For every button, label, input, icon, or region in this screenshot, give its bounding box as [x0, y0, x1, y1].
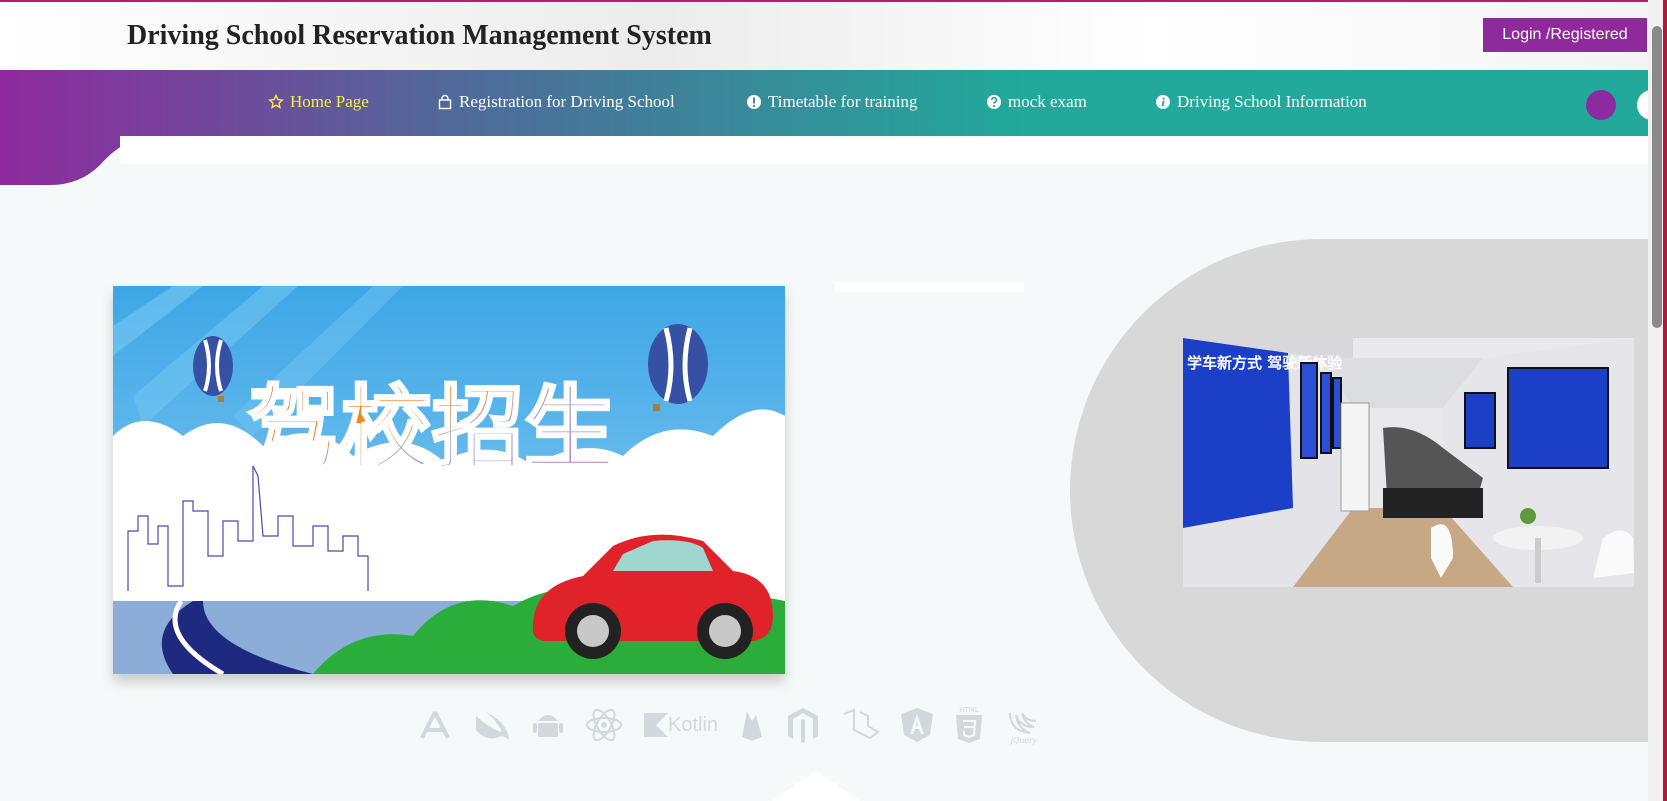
exclamation-circle-icon	[747, 95, 761, 109]
jquery-icon-text: jQuery	[1010, 736, 1038, 745]
photo-wall-text: 学车新方式 驾驶新体验	[1187, 354, 1343, 372]
driving-school-enrollment-banner: 驾校招生	[113, 286, 785, 674]
jquery-icon: jQuery	[1004, 705, 1044, 745]
info-circle-icon	[1156, 95, 1170, 109]
simulator-training-room-photo: 学车新方式 驾驶新体验	[1183, 338, 1634, 587]
nav-item-timetable[interactable]: Timetable for training	[746, 92, 918, 112]
nav-underlay	[120, 136, 1648, 164]
magento-icon	[786, 706, 820, 744]
nav-item-label: mock exam	[1008, 92, 1087, 111]
angular-icon	[900, 707, 934, 743]
kotlin-logo: Kotlin	[644, 713, 718, 737]
nav-item-registration[interactable]: Registration for Driving School	[437, 92, 675, 112]
divider-strip	[835, 282, 1024, 292]
nav-item-mock-exam[interactable]: mock exam	[986, 92, 1087, 112]
kotlin-logo-text: Kotlin	[668, 713, 719, 736]
main-nav: Home Page Registration for Driving Schoo…	[0, 70, 1667, 136]
purple-dot[interactable]	[1586, 90, 1616, 120]
html5-icon-text: HTML	[959, 706, 979, 714]
question-circle-icon	[987, 95, 1001, 109]
nav-item-label: Driving School Information	[1177, 92, 1367, 111]
firebase-icon	[738, 707, 766, 743]
html5-icon: HTML	[954, 705, 984, 745]
banner-headline: 驾校招生	[248, 376, 616, 483]
scrollbar-thumb[interactable]	[1652, 26, 1662, 328]
nav-item-school-info[interactable]: Driving School Information	[1155, 92, 1367, 112]
site-title: Driving School Reservation Management Sy…	[127, 20, 712, 51]
android-icon	[532, 707, 564, 743]
login-register-button[interactable]: Login /Registered	[1483, 18, 1647, 52]
section-pointer	[772, 770, 860, 801]
nav-item-label: Registration for Driving School	[459, 92, 675, 111]
top-header: Driving School Reservation Management Sy…	[0, 0, 1648, 70]
swift-icon	[472, 708, 512, 742]
star-icon	[268, 94, 284, 109]
nav-item-label: Home Page	[290, 92, 369, 111]
nav-item-label: Timetable for training	[768, 92, 918, 111]
enrollment-banner: 驾校招生	[113, 286, 785, 674]
app-store-icon	[418, 708, 452, 742]
react-icon	[584, 705, 624, 745]
nav-item-home[interactable]: Home Page	[268, 92, 369, 112]
window-edge	[1663, 0, 1667, 801]
tech-logo-row: Kotlin HTML jQuery	[418, 703, 1044, 747]
laravel-icon	[840, 708, 880, 742]
training-room-photo: 学车新方式 驾驶新体验	[1183, 338, 1634, 587]
bag-icon	[438, 94, 452, 110]
